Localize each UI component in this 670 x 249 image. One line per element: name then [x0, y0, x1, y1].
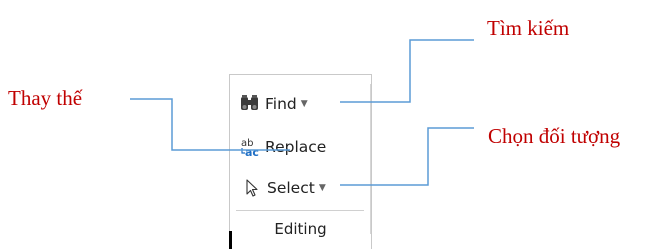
chevron-down-icon[interactable]: ▼: [319, 183, 326, 193]
cursor-arrow-icon: [241, 178, 263, 198]
select-button[interactable]: Select ▼: [241, 176, 326, 200]
binoculars-icon: [239, 94, 261, 114]
replace-ab-ac-icon: ab ac: [239, 137, 261, 159]
group-label-divider: [236, 210, 364, 211]
callout-find: Tìm kiếm: [487, 16, 570, 40]
callout-replace: Thay thế: [8, 86, 83, 110]
group-label-editing: Editing: [274, 220, 327, 238]
find-button[interactable]: Find ▼: [239, 92, 308, 116]
group-separator: [370, 84, 371, 234]
select-label: Select: [267, 179, 315, 197]
svg-text:ac: ac: [245, 146, 259, 157]
replace-button[interactable]: ab ac Replace: [239, 135, 326, 159]
find-label: Find: [265, 95, 297, 113]
callout-select: Chọn đối tượng: [488, 124, 621, 148]
replace-label: Replace: [265, 138, 327, 156]
chevron-down-icon[interactable]: ▼: [301, 99, 308, 109]
